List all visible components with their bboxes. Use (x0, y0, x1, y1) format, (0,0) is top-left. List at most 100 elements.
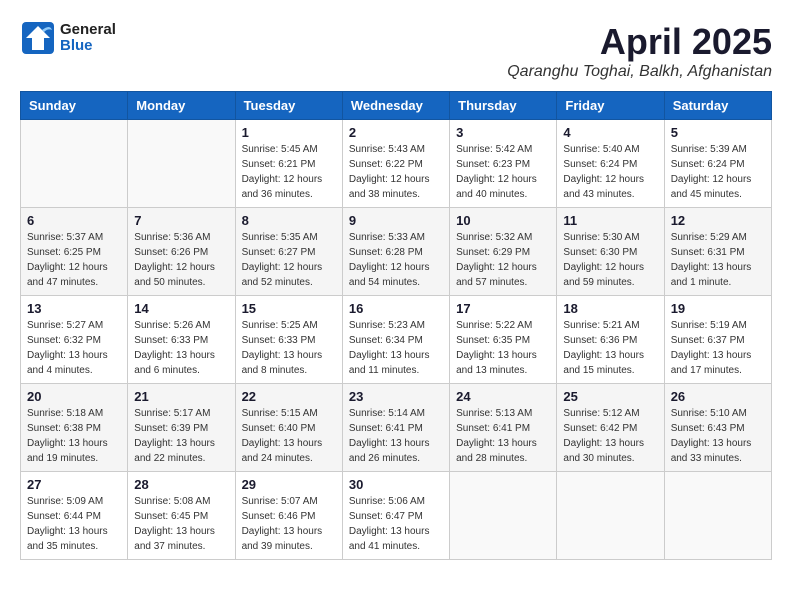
day-cell: 21 Sunrise: 5:17 AM Sunset: 6:39 PM Dayli… (128, 384, 235, 472)
day-number: 16 (349, 301, 443, 316)
day-cell (21, 120, 128, 208)
day-cell: 30Sunrise: 5:06 AM Sunset: 6:47 PM Dayli… (342, 472, 449, 560)
day-number: 22 (242, 389, 336, 404)
week-row-1: 1 Sunrise: 5:45 AM Sunset: 6:21 PM Daylig… (21, 120, 772, 208)
day-number: 13 (27, 301, 121, 316)
day-number: 17 (456, 301, 550, 316)
day-cell: 2Sunrise: 5:43 AM Sunset: 6:22 PM Daylig… (342, 120, 449, 208)
day-detail: Sunrise: 5:45 AM Sunset: 6:21 PM Dayligh… (242, 142, 336, 202)
day-cell: 17 Sunrise: 5:22 AM Sunset: 6:35 PM Dayli… (450, 296, 557, 384)
title-area: April 2025 Qaranghu Toghai, Balkh, Afgha… (507, 20, 772, 81)
day-cell: 5 Sunrise: 5:39 AM Sunset: 6:24 PM Daylig… (664, 120, 771, 208)
week-row-4: 20 Sunrise: 5:18 AM Sunset: 6:38 PM Dayli… (21, 384, 772, 472)
day-number: 11 (563, 213, 657, 228)
day-detail: Sunrise: 5:17 AM Sunset: 6:39 PM Dayligh… (134, 406, 228, 466)
logo-icon (20, 20, 56, 56)
day-cell: 26Sunrise: 5:10 AM Sunset: 6:43 PM Dayli… (664, 384, 771, 472)
day-number: 15 (242, 301, 336, 316)
day-cell: 10 Sunrise: 5:32 AM Sunset: 6:29 PM Dayli… (450, 208, 557, 296)
day-cell: 15 Sunrise: 5:25 AM Sunset: 6:33 PM Dayli… (235, 296, 342, 384)
day-cell: 12 Sunrise: 5:29 AM Sunset: 6:31 PM Dayli… (664, 208, 771, 296)
day-cell: 4Sunrise: 5:40 AM Sunset: 6:24 PM Daylig… (557, 120, 664, 208)
day-cell: 6 Sunrise: 5:37 AM Sunset: 6:25 PM Daylig… (21, 208, 128, 296)
day-number: 2 (349, 125, 443, 140)
day-cell: 20 Sunrise: 5:18 AM Sunset: 6:38 PM Dayli… (21, 384, 128, 472)
day-number: 20 (27, 389, 121, 404)
day-detail: Sunrise: 5:39 AM Sunset: 6:24 PM Dayligh… (671, 142, 765, 202)
day-detail: Sunrise: 5:18 AM Sunset: 6:38 PM Dayligh… (27, 406, 121, 466)
day-detail: Sunrise: 5:23 AM Sunset: 6:34 PM Dayligh… (349, 318, 443, 378)
day-cell: 14 Sunrise: 5:26 AM Sunset: 6:33 PM Dayli… (128, 296, 235, 384)
day-number: 8 (242, 213, 336, 228)
day-cell: 16 Sunrise: 5:23 AM Sunset: 6:34 PM Dayli… (342, 296, 449, 384)
location: Qaranghu Toghai, Balkh, Afghanistan (507, 63, 772, 81)
day-cell: 19 Sunrise: 5:19 AM Sunset: 6:37 PM Dayli… (664, 296, 771, 384)
day-cell: 22 Sunrise: 5:15 AM Sunset: 6:40 PM Dayli… (235, 384, 342, 472)
day-detail: Sunrise: 5:37 AM Sunset: 6:25 PM Dayligh… (27, 230, 121, 290)
col-header-thursday: Thursday (450, 92, 557, 120)
day-cell: 24Sunrise: 5:13 AM Sunset: 6:41 PM Dayli… (450, 384, 557, 472)
month-title: April 2025 (507, 20, 772, 63)
day-number: 6 (27, 213, 121, 228)
day-cell: 8Sunrise: 5:35 AM Sunset: 6:27 PM Daylig… (235, 208, 342, 296)
day-detail: Sunrise: 5:15 AM Sunset: 6:40 PM Dayligh… (242, 406, 336, 466)
day-number: 10 (456, 213, 550, 228)
calendar: SundayMondayTuesdayWednesdayThursdayFrid… (20, 91, 772, 560)
day-number: 5 (671, 125, 765, 140)
day-cell: 28Sunrise: 5:08 AM Sunset: 6:45 PM Dayli… (128, 472, 235, 560)
day-cell: 9Sunrise: 5:33 AM Sunset: 6:28 PM Daylig… (342, 208, 449, 296)
day-detail: Sunrise: 5:25 AM Sunset: 6:33 PM Dayligh… (242, 318, 336, 378)
day-detail: Sunrise: 5:12 AM Sunset: 6:42 PM Dayligh… (563, 406, 657, 466)
week-row-2: 6 Sunrise: 5:37 AM Sunset: 6:25 PM Daylig… (21, 208, 772, 296)
day-detail: Sunrise: 5:14 AM Sunset: 6:41 PM Dayligh… (349, 406, 443, 466)
col-header-sunday: Sunday (21, 92, 128, 120)
day-cell: 1 Sunrise: 5:45 AM Sunset: 6:21 PM Daylig… (235, 120, 342, 208)
day-number: 27 (27, 477, 121, 492)
day-detail: Sunrise: 5:19 AM Sunset: 6:37 PM Dayligh… (671, 318, 765, 378)
day-number: 14 (134, 301, 228, 316)
day-number: 23 (349, 389, 443, 404)
day-cell: 3Sunrise: 5:42 AM Sunset: 6:23 PM Daylig… (450, 120, 557, 208)
day-detail: Sunrise: 5:26 AM Sunset: 6:33 PM Dayligh… (134, 318, 228, 378)
day-number: 19 (671, 301, 765, 316)
day-number: 29 (242, 477, 336, 492)
day-cell (664, 472, 771, 560)
day-cell (128, 120, 235, 208)
day-detail: Sunrise: 5:08 AM Sunset: 6:45 PM Dayligh… (134, 494, 228, 554)
day-number: 7 (134, 213, 228, 228)
day-cell: 13Sunrise: 5:27 AM Sunset: 6:32 PM Dayli… (21, 296, 128, 384)
day-number: 1 (242, 125, 336, 140)
day-cell (450, 472, 557, 560)
calendar-header-row: SundayMondayTuesdayWednesdayThursdayFrid… (21, 92, 772, 120)
col-header-friday: Friday (557, 92, 664, 120)
day-detail: Sunrise: 5:09 AM Sunset: 6:44 PM Dayligh… (27, 494, 121, 554)
logo-blue: Blue (60, 38, 116, 55)
day-cell: 11 Sunrise: 5:30 AM Sunset: 6:30 PM Dayli… (557, 208, 664, 296)
day-detail: Sunrise: 5:29 AM Sunset: 6:31 PM Dayligh… (671, 230, 765, 290)
day-detail: Sunrise: 5:07 AM Sunset: 6:46 PM Dayligh… (242, 494, 336, 554)
day-detail: Sunrise: 5:33 AM Sunset: 6:28 PM Dayligh… (349, 230, 443, 290)
day-cell (557, 472, 664, 560)
week-row-3: 13Sunrise: 5:27 AM Sunset: 6:32 PM Dayli… (21, 296, 772, 384)
day-cell: 7Sunrise: 5:36 AM Sunset: 6:26 PM Daylig… (128, 208, 235, 296)
day-detail: Sunrise: 5:13 AM Sunset: 6:41 PM Dayligh… (456, 406, 550, 466)
col-header-monday: Monday (128, 92, 235, 120)
logo-general: General (60, 22, 116, 39)
day-number: 18 (563, 301, 657, 316)
day-detail: Sunrise: 5:32 AM Sunset: 6:29 PM Dayligh… (456, 230, 550, 290)
day-detail: Sunrise: 5:06 AM Sunset: 6:47 PM Dayligh… (349, 494, 443, 554)
day-detail: Sunrise: 5:30 AM Sunset: 6:30 PM Dayligh… (563, 230, 657, 290)
day-detail: Sunrise: 5:10 AM Sunset: 6:43 PM Dayligh… (671, 406, 765, 466)
header: General Blue April 2025 Qaranghu Toghai,… (20, 20, 772, 81)
day-number: 21 (134, 389, 228, 404)
day-detail: Sunrise: 5:21 AM Sunset: 6:36 PM Dayligh… (563, 318, 657, 378)
col-header-saturday: Saturday (664, 92, 771, 120)
day-number: 12 (671, 213, 765, 228)
day-detail: Sunrise: 5:22 AM Sunset: 6:35 PM Dayligh… (456, 318, 550, 378)
col-header-tuesday: Tuesday (235, 92, 342, 120)
col-header-wednesday: Wednesday (342, 92, 449, 120)
day-cell: 29 Sunrise: 5:07 AM Sunset: 6:46 PM Dayli… (235, 472, 342, 560)
logo: General Blue (20, 20, 116, 56)
day-detail: Sunrise: 5:40 AM Sunset: 6:24 PM Dayligh… (563, 142, 657, 202)
day-cell: 27 Sunrise: 5:09 AM Sunset: 6:44 PM Dayli… (21, 472, 128, 560)
